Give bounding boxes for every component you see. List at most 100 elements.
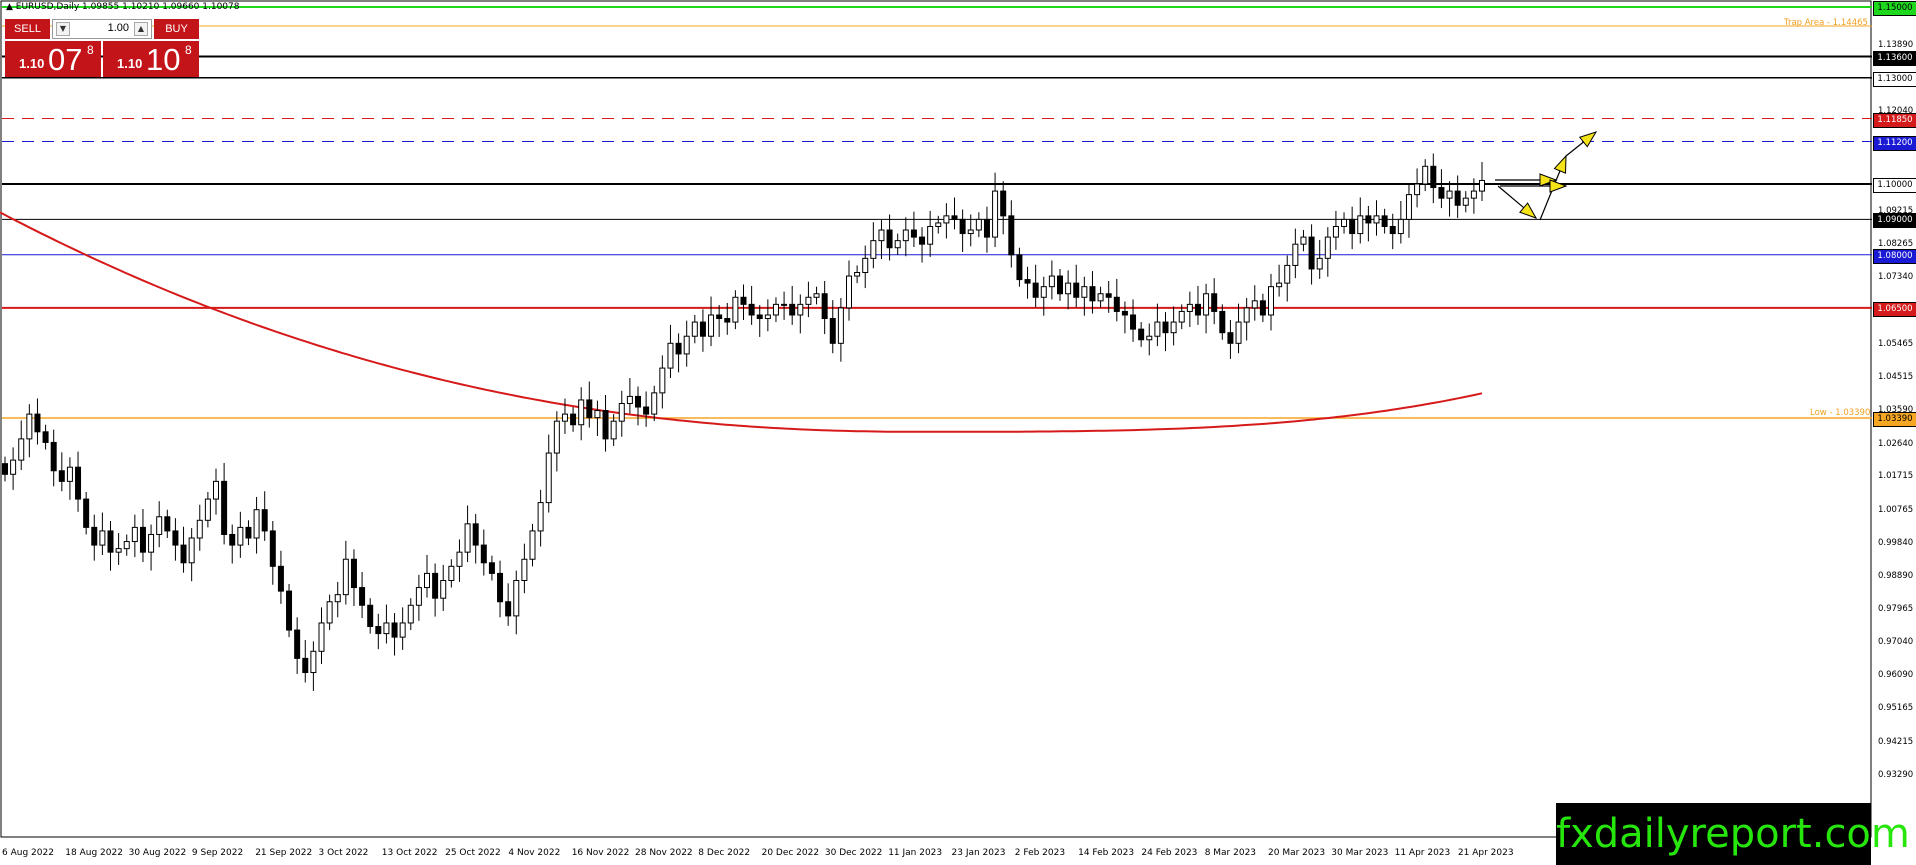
candle-body: [415, 587, 422, 606]
time-axis-tick: 6 Aug 2022: [2, 848, 54, 858]
candle: [959, 209, 966, 252]
time-axis-tick: 2 Feb 2023: [1014, 848, 1066, 858]
candle-body: [1211, 293, 1218, 312]
candle-body: [537, 502, 544, 532]
candle-body: [521, 558, 528, 581]
buy-price-box[interactable]: 1.10 10 8: [103, 41, 199, 77]
candle-body: [1178, 310, 1185, 323]
candle: [927, 210, 934, 257]
candle-body: [943, 215, 950, 224]
candle-body: [1462, 197, 1469, 206]
candle-body: [1170, 321, 1177, 334]
candle: [115, 533, 122, 565]
candle: [318, 607, 325, 665]
candle-body: [83, 498, 90, 528]
candle-body: [829, 318, 836, 344]
candle-body: [383, 622, 390, 635]
candle-body: [1057, 275, 1063, 295]
sell-price-box[interactable]: 1.10 07 8: [5, 41, 101, 77]
candle-body: [391, 622, 398, 638]
candle: [375, 613, 382, 650]
sell-price-fraction: 8: [87, 43, 94, 57]
candle: [310, 641, 317, 691]
candle: [1048, 260, 1055, 300]
chevron-down-icon[interactable]: ▼: [56, 22, 70, 36]
candle-body: [148, 533, 155, 553]
candle: [1130, 299, 1137, 342]
candle: [1341, 212, 1348, 234]
candle: [1357, 197, 1364, 244]
time-axis-tick: 16 Nov 2022: [571, 848, 630, 858]
price-chart[interactable]: [0, 0, 1916, 865]
candle-body: [1154, 321, 1161, 337]
candle-body: [683, 335, 690, 355]
chevron-up-icon[interactable]: ▲: [134, 22, 148, 36]
candle: [675, 333, 682, 373]
candle: [156, 501, 163, 548]
candle-body: [432, 572, 439, 599]
buy-button[interactable]: BUY: [154, 19, 199, 39]
candle: [42, 424, 49, 450]
lot-size-field[interactable]: ▼ 1.00 ▲: [52, 19, 152, 39]
candle-body: [261, 509, 268, 532]
candle-body: [253, 509, 260, 539]
candle-body: [570, 413, 577, 426]
candle: [602, 394, 609, 452]
candle-body: [26, 413, 33, 440]
candle: [164, 509, 171, 539]
candle-body: [180, 544, 187, 564]
level-price-label: 1.06500: [1873, 301, 1916, 317]
candle: [1259, 293, 1266, 323]
candle-body: [975, 218, 982, 231]
candle: [359, 571, 366, 619]
candle: [691, 314, 698, 344]
candle: [432, 563, 439, 617]
sell-button[interactable]: SELL: [5, 19, 50, 39]
candle: [797, 294, 804, 334]
candle: [26, 404, 33, 458]
candle-body: [399, 622, 406, 638]
candle: [10, 447, 17, 490]
candle: [1462, 191, 1469, 213]
candle: [529, 523, 536, 567]
candle: [204, 491, 211, 528]
candle: [123, 534, 130, 556]
candle-body: [1349, 218, 1356, 235]
candle: [1227, 319, 1234, 359]
candle: [1211, 278, 1218, 325]
time-axis-tick: 11 Apr 2023: [1394, 848, 1451, 858]
candle: [943, 203, 950, 239]
level-price-label: 1.13000: [1873, 71, 1916, 87]
candle: [1365, 205, 1372, 242]
candle-body: [1251, 300, 1258, 309]
candle-body: [1008, 215, 1015, 256]
price-axis-tick: 0.98890: [1878, 571, 1914, 582]
candle: [643, 391, 650, 427]
candle: [846, 260, 852, 321]
candle: [667, 324, 674, 378]
candle-body: [1292, 243, 1299, 266]
candle-body: [75, 466, 82, 500]
candle-body: [91, 526, 98, 546]
candle: [497, 560, 504, 618]
candle-body: [505, 601, 512, 617]
candle: [1438, 169, 1445, 209]
candle: [1162, 312, 1169, 352]
time-axis-tick: 28 Nov 2022: [635, 848, 693, 858]
candle-body: [221, 480, 228, 535]
candle: [789, 285, 796, 325]
candle: [415, 574, 422, 621]
candle-body: [553, 420, 560, 454]
candle-body: [196, 519, 203, 539]
candle: [1032, 264, 1039, 308]
candle: [261, 491, 268, 541]
candle: [1308, 224, 1315, 285]
candle: [651, 385, 658, 422]
candle-body: [659, 367, 666, 394]
candle: [245, 520, 252, 546]
candle: [910, 211, 917, 248]
candle: [1146, 323, 1153, 356]
candle-body: [878, 229, 885, 242]
candle-body: [213, 480, 219, 500]
lot-size-value[interactable]: 1.00: [108, 22, 129, 34]
